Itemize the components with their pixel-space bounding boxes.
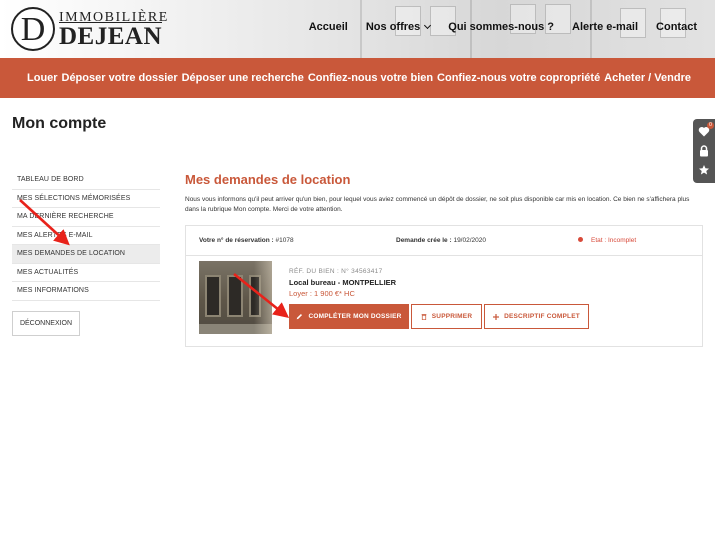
property-photo[interactable] [199, 261, 272, 334]
topnav-label: Contact [656, 21, 697, 33]
topnav-nos-offres[interactable]: Nos offres [365, 21, 432, 33]
topnav-label: Accueil [308, 21, 348, 33]
full-description-button[interactable]: DESCRIPTIF COMPLET [484, 304, 589, 329]
topnav-qui-sommes-nous[interactable]: Qui sommes-nous ? [448, 21, 554, 33]
complete-dossier-label: COMPLÉTER MON DOSSIER [308, 313, 402, 320]
rental-request-card: Votre n° de réservation : #1078 Demande … [185, 225, 703, 347]
pencil-icon [297, 313, 303, 320]
status-dot-icon [578, 236, 583, 242]
chevron-down-icon [424, 21, 432, 30]
created-value: 19/02/2020 [453, 237, 486, 244]
sidebar-item-alertes-email[interactable]: MES ALERTES E-MAIL [12, 227, 160, 245]
section-title: Mes demandes de location [185, 172, 351, 187]
sidebar-item-actualites[interactable]: MES ACTUALITÉS [12, 264, 160, 282]
mainnav-louer[interactable]: Louer [27, 72, 58, 84]
full-description-label: DESCRIPTIF COMPLET [504, 313, 580, 320]
mainnav-acheter-vendre[interactable]: Acheter / Vendre [604, 72, 691, 84]
page-title: Mon compte [12, 115, 107, 132]
topnav-label: Alerte e-mail [572, 21, 639, 33]
side-toolbar: 0 [693, 119, 715, 183]
lock-icon [700, 145, 708, 157]
sidebar-item-demandes-location[interactable]: MES DEMANDES DE LOCATION [12, 245, 160, 264]
complete-dossier-button[interactable]: COMPLÉTER MON DOSSIER [289, 304, 409, 329]
favorites-button[interactable]: 0 [697, 121, 714, 139]
status-badge: Etat : Incomplet [578, 236, 637, 244]
sidebar-item-selections[interactable]: MES SÉLECTIONS MÉMORISÉES [12, 190, 160, 208]
request-date: Demande crée le : 19/02/2020 [396, 237, 486, 244]
property-reference: RÉF. DU BIEN : N° 34563417 [289, 268, 383, 275]
account-sidebar: TABLEAU DE BORD MES SÉLECTIONS MÉMORISÉE… [12, 171, 160, 301]
created-label: Demande crée le : [396, 237, 452, 244]
plus-icon [493, 313, 500, 320]
reservation-number: Votre n° de réservation : #1078 [199, 237, 294, 244]
reservation-label: Votre n° de réservation : [199, 237, 274, 244]
logo-letter: D [20, 11, 46, 48]
request-header: Votre n° de réservation : #1078 Demande … [186, 226, 702, 256]
status-text: Etat : Incomplet [591, 237, 637, 244]
logout-button[interactable]: DÉCONNEXION [12, 311, 80, 336]
site-logo[interactable]: D IMMOBILIÈRE DEJEAN [11, 7, 167, 52]
property-title[interactable]: Local bureau - MONTPELLIER [289, 278, 396, 287]
mainnav-deposer-dossier[interactable]: Déposer votre dossier [62, 72, 178, 84]
mainnav-confiez-bien[interactable]: Confiez-nous votre bien [308, 72, 433, 84]
mainnav-confiez-copropriete[interactable]: Confiez-nous votre copropriété [437, 72, 600, 84]
topnav-label: Nos offres [365, 21, 421, 33]
delete-button[interactable]: SUPPRIMER [411, 304, 482, 329]
mainnav-deposer-recherche[interactable]: Déposer une recherche [182, 72, 304, 84]
top-navigation: Accueil Nos offres Qui sommes-nous ? Ale… [309, 21, 697, 33]
topnav-alerte-email[interactable]: Alerte e-mail [572, 21, 638, 33]
selection-star-button[interactable] [697, 163, 711, 177]
site-header: D IMMOBILIÈRE DEJEAN Accueil Nos offres … [0, 0, 715, 58]
reservation-value: #1078 [275, 237, 294, 244]
account-lock-button[interactable] [697, 144, 711, 158]
star-icon [699, 165, 709, 175]
trash-icon [421, 314, 427, 320]
intro-text: Nous vous informons qu'il peut arriver q… [185, 196, 690, 214]
topnav-accueil[interactable]: Accueil [309, 21, 348, 33]
sidebar-item-informations[interactable]: MES INFORMATIONS [12, 282, 160, 301]
property-rent: Loyer : 1 900 €* HC [289, 289, 355, 298]
logo-emblem: D [11, 7, 55, 51]
delete-label: SUPPRIMER [431, 313, 473, 320]
sidebar-item-derniere-recherche[interactable]: MA DERNIÈRE RECHERCHE [12, 208, 160, 227]
favorites-count-badge: 0 [707, 121, 714, 129]
topnav-contact[interactable]: Contact [656, 21, 697, 33]
logo-bottom-text: DEJEAN [59, 22, 163, 50]
topnav-label: Qui sommes-nous ? [448, 21, 555, 33]
main-navigation: Louer Déposer votre dossier Déposer une … [0, 58, 715, 98]
sidebar-item-tableau-de-bord[interactable]: TABLEAU DE BORD [12, 171, 160, 190]
